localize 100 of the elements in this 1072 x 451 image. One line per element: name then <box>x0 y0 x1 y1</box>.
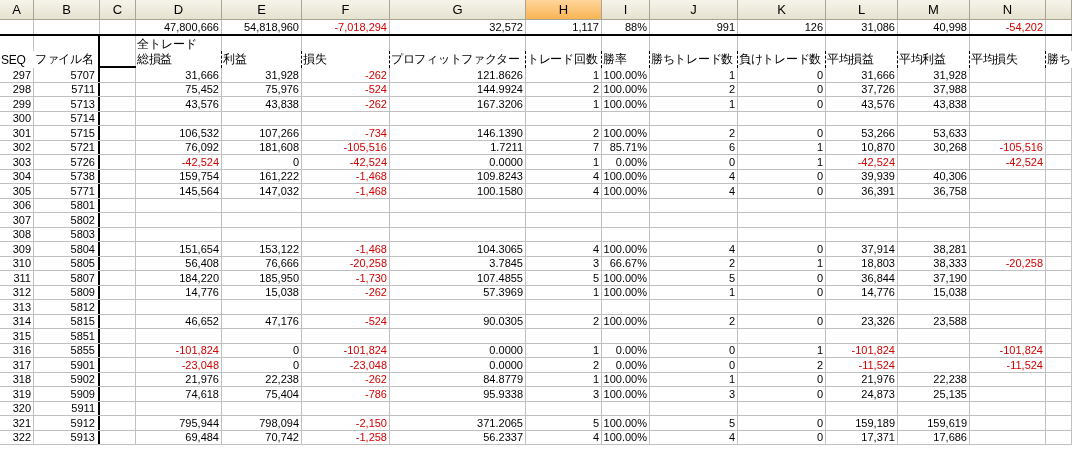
table-cell-text: 0 <box>727 343 736 357</box>
table-cell-text: 302 <box>11 140 32 154</box>
table-cell-text: 21,976 <box>860 372 896 386</box>
table-cell: 5726 <box>34 155 100 169</box>
table-cell-text: 76,666 <box>264 256 300 270</box>
table-cell-text: 106,532 <box>178 126 220 140</box>
table-cell-text: 0 <box>815 184 824 198</box>
table-cell-text: 303 <box>11 155 32 169</box>
table-cell-text: -101,824 <box>998 343 1044 357</box>
table-cell-text: -734 <box>363 126 388 140</box>
table-cell-text: 301 <box>11 126 32 140</box>
table-cell-text: -20,258 <box>348 256 388 270</box>
table-cell-text: 299 <box>11 97 32 111</box>
table-cell-text: 100.1580 <box>476 184 524 198</box>
table-cell: 5911 <box>34 401 100 415</box>
column-header[interactable]: J <box>650 0 738 20</box>
table-cell-text: 317 <box>11 358 32 372</box>
table-cell-text: -524 <box>363 82 388 96</box>
table-cell-text: -101,824 <box>850 343 896 357</box>
table-cell-text: 0 <box>815 97 824 111</box>
column-header[interactable]: B <box>34 0 100 20</box>
table-cell-text: 3 <box>591 387 600 401</box>
table-cell-text: 322 <box>11 430 32 444</box>
column-header[interactable]: K <box>738 0 826 20</box>
table-cell-text: 3 <box>727 387 736 401</box>
table-cell-text: 4 <box>727 242 736 256</box>
table-cell-text: -101,824 <box>174 343 220 357</box>
table-cell-text: 100.00% <box>602 169 648 183</box>
column-header[interactable]: N <box>970 0 1046 20</box>
table-cell-text: 100.00% <box>602 372 648 386</box>
field-header: 平均損益 <box>826 51 898 68</box>
table-cell: 5912 <box>34 416 100 430</box>
table-cell-text: 181,608 <box>258 140 300 154</box>
table-cell-text: 21,976 <box>184 372 220 386</box>
table-cell: 5809 <box>34 285 100 299</box>
column-header[interactable]: M <box>898 0 970 20</box>
table-cell-text: 2 <box>591 314 600 328</box>
table-cell-text: 795,944 <box>178 416 220 430</box>
table-cell-text: -524 <box>363 314 388 328</box>
column-header[interactable] <box>1046 0 1072 20</box>
table-cell-text: -262 <box>363 372 388 386</box>
table-cell-text: 5 <box>591 416 600 430</box>
column-header[interactable]: F <box>302 0 390 20</box>
table-cell-text: 22,238 <box>264 372 300 386</box>
table-cell: 5803 <box>34 227 100 241</box>
table-cell-text: 15,038 <box>264 285 300 299</box>
table-cell-text: 104.3065 <box>476 242 524 256</box>
table-cell: 5714 <box>34 111 100 125</box>
column-header[interactable]: C <box>100 0 136 20</box>
table-cell-text: 1 <box>815 140 824 154</box>
table-cell-text: 312 <box>11 285 32 299</box>
table-cell-text: 76,092 <box>184 140 220 154</box>
table-cell-text: 798,094 <box>258 416 300 430</box>
table-cell: 5715 <box>34 126 100 140</box>
table-cell-text: 43,838 <box>932 97 968 111</box>
column-header[interactable]: I <box>602 0 650 20</box>
table-cell-text: 1 <box>591 68 600 82</box>
table-cell-text: 31,666 <box>184 68 220 82</box>
table-cell-text: 100.00% <box>602 68 648 82</box>
table-cell-text: 46,652 <box>184 314 220 328</box>
table-cell-text: 69,484 <box>184 430 220 444</box>
table-cell: 5707 <box>34 68 100 82</box>
column-header[interactable]: L <box>826 0 898 20</box>
table-cell-text: -1,468 <box>354 184 388 198</box>
table-cell-text: 314 <box>11 314 32 328</box>
table-cell-text: 39,939 <box>860 169 896 183</box>
column-header[interactable]: A <box>0 0 34 20</box>
table-cell: 5804 <box>34 242 100 256</box>
table-cell-text: 75,404 <box>264 387 300 401</box>
table-cell-text: 31,928 <box>932 68 968 82</box>
table-cell-text: 0 <box>291 343 300 357</box>
table-cell-text: 3.7845 <box>488 256 524 270</box>
table-cell-text: 146.1390 <box>476 126 524 140</box>
table-cell-text: 2 <box>727 82 736 96</box>
table-cell-text: 6 <box>727 140 736 154</box>
table-cell-text: 311 <box>12 271 32 285</box>
table-cell-text: -42,524 <box>180 155 220 169</box>
table-cell-text: 37,914 <box>860 242 896 256</box>
column-header[interactable]: G <box>390 0 526 20</box>
table-cell-text: 31,928 <box>264 68 300 82</box>
table-cell-text: -11,524 <box>857 358 896 372</box>
table-cell-text: 75,976 <box>264 82 300 96</box>
column-header[interactable]: H <box>526 0 602 20</box>
table-cell-text: 305 <box>11 184 32 198</box>
table-cell-text: 1 <box>591 343 600 357</box>
table-cell-text: 74,618 <box>184 387 220 401</box>
table-cell-text: 40,306 <box>932 169 968 183</box>
table-cell-text: 17,686 <box>932 430 968 444</box>
table-cell-text: -786 <box>363 387 388 401</box>
table-cell-text: 145,564 <box>178 184 220 198</box>
table-cell-text: -23,048 <box>348 358 388 372</box>
table-cell-text: 100.00% <box>602 314 648 328</box>
column-header[interactable]: E <box>222 0 302 20</box>
table-cell-text: 47,176 <box>264 314 300 328</box>
field-header: 平均損失 <box>970 51 1046 68</box>
table-cell-text: -105,516 <box>342 140 388 154</box>
column-header[interactable]: D <box>136 0 222 20</box>
total-cell-text: 991 <box>715 20 736 34</box>
table-cell-text: 167.3206 <box>476 97 524 111</box>
total-cell-text: 88% <box>623 20 648 34</box>
